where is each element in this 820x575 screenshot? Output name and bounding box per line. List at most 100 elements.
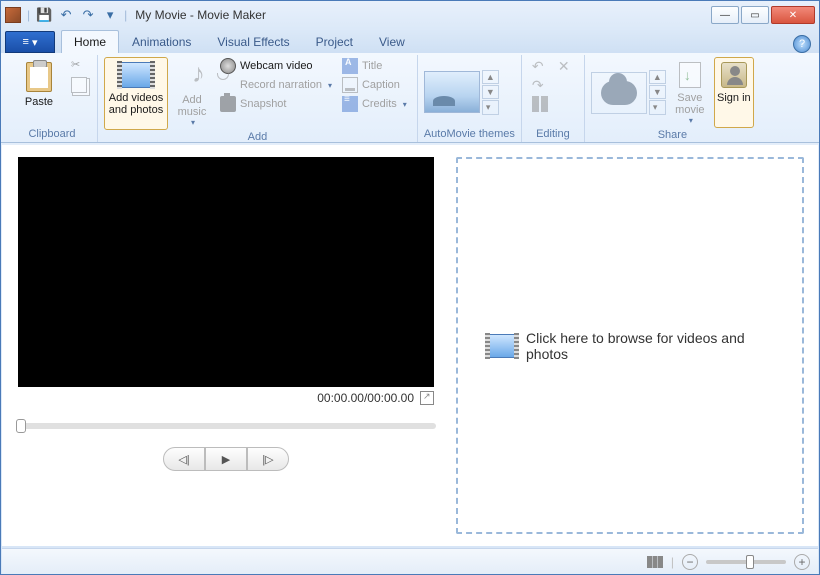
music-note-icon bbox=[180, 62, 204, 90]
microphone-icon bbox=[220, 77, 236, 93]
caption-icon bbox=[342, 77, 358, 93]
playback-controls: ◁| ▶ |▷ bbox=[163, 447, 289, 471]
title-icon bbox=[342, 58, 358, 74]
separator: | bbox=[671, 555, 674, 569]
filmstrip-icon bbox=[488, 334, 516, 358]
filmstrip-icon bbox=[120, 62, 152, 88]
next-frame-button[interactable]: |▷ bbox=[247, 447, 289, 471]
copy-button[interactable] bbox=[67, 76, 91, 94]
copy-icon bbox=[71, 77, 87, 93]
cut-button[interactable]: ✂ bbox=[67, 57, 91, 75]
timecode-text: 00:00.00/00:00.00 bbox=[317, 391, 414, 405]
quick-access-toolbar: | 💾 ↶ ↷ ▾ | bbox=[5, 7, 127, 23]
credits-button[interactable]: Credits bbox=[338, 95, 411, 113]
separator: | bbox=[124, 8, 127, 22]
storyboard-prompt-text: Click here to browse for videos and phot… bbox=[526, 330, 772, 362]
tab-view[interactable]: View bbox=[366, 30, 418, 53]
previous-frame-button[interactable]: ◁| bbox=[163, 447, 205, 471]
sign-in-button[interactable]: Sign in bbox=[714, 57, 754, 128]
timecode-row: 00:00.00/00:00.00 bbox=[16, 387, 436, 409]
cloud-icon bbox=[601, 81, 637, 105]
maximize-button[interactable]: ▭ bbox=[741, 6, 769, 24]
group-label: Clipboard bbox=[13, 127, 91, 142]
credits-icon bbox=[342, 96, 358, 112]
delete-button[interactable]: ✕ bbox=[554, 57, 578, 75]
separator: | bbox=[27, 8, 30, 22]
seek-slider[interactable] bbox=[16, 423, 436, 429]
theme-thumbnail-icon bbox=[424, 71, 480, 113]
rotate-left-icon bbox=[532, 58, 548, 74]
ribbon-tabs: ≡ ▾ Home Animations Visual Effects Proje… bbox=[1, 29, 819, 53]
scroll-down-icon[interactable]: ▼ bbox=[649, 85, 666, 99]
save-icon[interactable]: 💾 bbox=[36, 7, 52, 23]
save-movie-button[interactable]: Save movie bbox=[668, 57, 712, 128]
rotate-left-button[interactable] bbox=[528, 57, 552, 75]
minimize-button[interactable]: — bbox=[711, 6, 739, 24]
title-button[interactable]: Title bbox=[338, 57, 411, 75]
undo-icon[interactable]: ↶ bbox=[58, 7, 74, 23]
thumbnail-size-icon[interactable] bbox=[647, 556, 663, 568]
group-label: Add bbox=[104, 130, 411, 145]
group-label: Editing bbox=[528, 127, 578, 142]
camera-icon bbox=[220, 96, 236, 112]
add-music-button[interactable]: Add music bbox=[170, 57, 214, 130]
scissors-icon: ✂ bbox=[71, 58, 87, 74]
webcam-video-button[interactable]: Webcam video bbox=[216, 57, 336, 75]
paste-button[interactable]: Paste bbox=[13, 57, 65, 127]
share-gallery[interactable]: ▲ ▼ ▾ bbox=[591, 57, 666, 128]
scroll-up-icon[interactable]: ▲ bbox=[649, 70, 666, 84]
add-videos-photos-button[interactable]: Add videos and photos bbox=[104, 57, 168, 130]
tab-home[interactable]: Home bbox=[61, 30, 119, 53]
storyboard-dropzone[interactable]: Click here to browse for videos and phot… bbox=[456, 157, 804, 534]
titlebar: | 💾 ↶ ↷ ▾ | My Movie - Movie Maker — ▭ ✕ bbox=[1, 1, 819, 29]
tab-visual-effects[interactable]: Visual Effects bbox=[204, 30, 302, 53]
save-movie-icon bbox=[679, 62, 701, 88]
group-automovie: ▲ ▼ ▾ AutoMovie themes bbox=[418, 55, 522, 142]
rotate-right-button[interactable] bbox=[528, 76, 552, 94]
content-area: 00:00.00/00:00.00 ◁| ▶ |▷ Click here to … bbox=[2, 145, 818, 546]
tab-animations[interactable]: Animations bbox=[119, 30, 204, 53]
redo-icon[interactable]: ↷ bbox=[80, 7, 96, 23]
seek-thumb[interactable] bbox=[16, 419, 26, 433]
user-icon bbox=[721, 62, 747, 88]
tab-project[interactable]: Project bbox=[303, 30, 366, 53]
group-editing: ✕ Editing bbox=[522, 55, 585, 142]
ribbon: Paste ✂ Clipboard Add videos and photos … bbox=[1, 53, 819, 143]
close-button[interactable]: ✕ bbox=[771, 6, 815, 24]
play-button[interactable]: ▶ bbox=[205, 447, 247, 471]
caption-button[interactable]: Caption bbox=[338, 76, 411, 94]
window-title: My Movie - Movie Maker bbox=[135, 8, 711, 22]
group-share: ▲ ▼ ▾ Save movie Sign in Share bbox=[585, 55, 760, 142]
video-preview bbox=[18, 157, 434, 387]
fullscreen-icon[interactable] bbox=[420, 391, 434, 405]
clipboard-icon bbox=[26, 62, 52, 92]
file-menu-button[interactable]: ≡ ▾ bbox=[5, 31, 55, 53]
group-clipboard: Paste ✂ Clipboard bbox=[7, 55, 98, 142]
zoom-out-button[interactable]: − bbox=[682, 554, 698, 570]
rotate-right-icon bbox=[532, 77, 548, 93]
qat-dropdown-icon[interactable]: ▾ bbox=[102, 7, 118, 23]
gallery-expand-icon[interactable]: ▾ bbox=[482, 100, 499, 115]
zoom-thumb[interactable] bbox=[746, 555, 754, 569]
preview-pane: 00:00.00/00:00.00 ◁| ▶ |▷ bbox=[16, 157, 436, 534]
split-icon bbox=[532, 96, 548, 112]
zoom-slider[interactable] bbox=[706, 560, 786, 564]
status-bar: | − + bbox=[2, 548, 818, 574]
record-narration-button[interactable]: Record narration bbox=[216, 76, 336, 94]
automovie-theme-gallery[interactable]: ▲ ▼ ▾ bbox=[424, 70, 499, 115]
gallery-expand-icon[interactable]: ▾ bbox=[649, 100, 666, 115]
zoom-in-button[interactable]: + bbox=[794, 554, 810, 570]
snapshot-button[interactable]: Snapshot bbox=[216, 95, 336, 113]
delete-icon: ✕ bbox=[558, 58, 574, 74]
group-label: AutoMovie themes bbox=[424, 127, 515, 142]
group-add: Add videos and photos Add music Webcam v… bbox=[98, 55, 418, 142]
split-button[interactable] bbox=[528, 95, 552, 113]
storyboard-prompt: Click here to browse for videos and phot… bbox=[458, 330, 802, 362]
scroll-up-icon[interactable]: ▲ bbox=[482, 70, 499, 84]
help-icon[interactable]: ? bbox=[793, 35, 811, 53]
gallery-scroll: ▲ ▼ ▾ bbox=[482, 70, 499, 115]
window-controls: — ▭ ✕ bbox=[711, 6, 815, 24]
scroll-down-icon[interactable]: ▼ bbox=[482, 85, 499, 99]
webcam-icon bbox=[220, 58, 236, 74]
app-icon bbox=[5, 7, 21, 23]
